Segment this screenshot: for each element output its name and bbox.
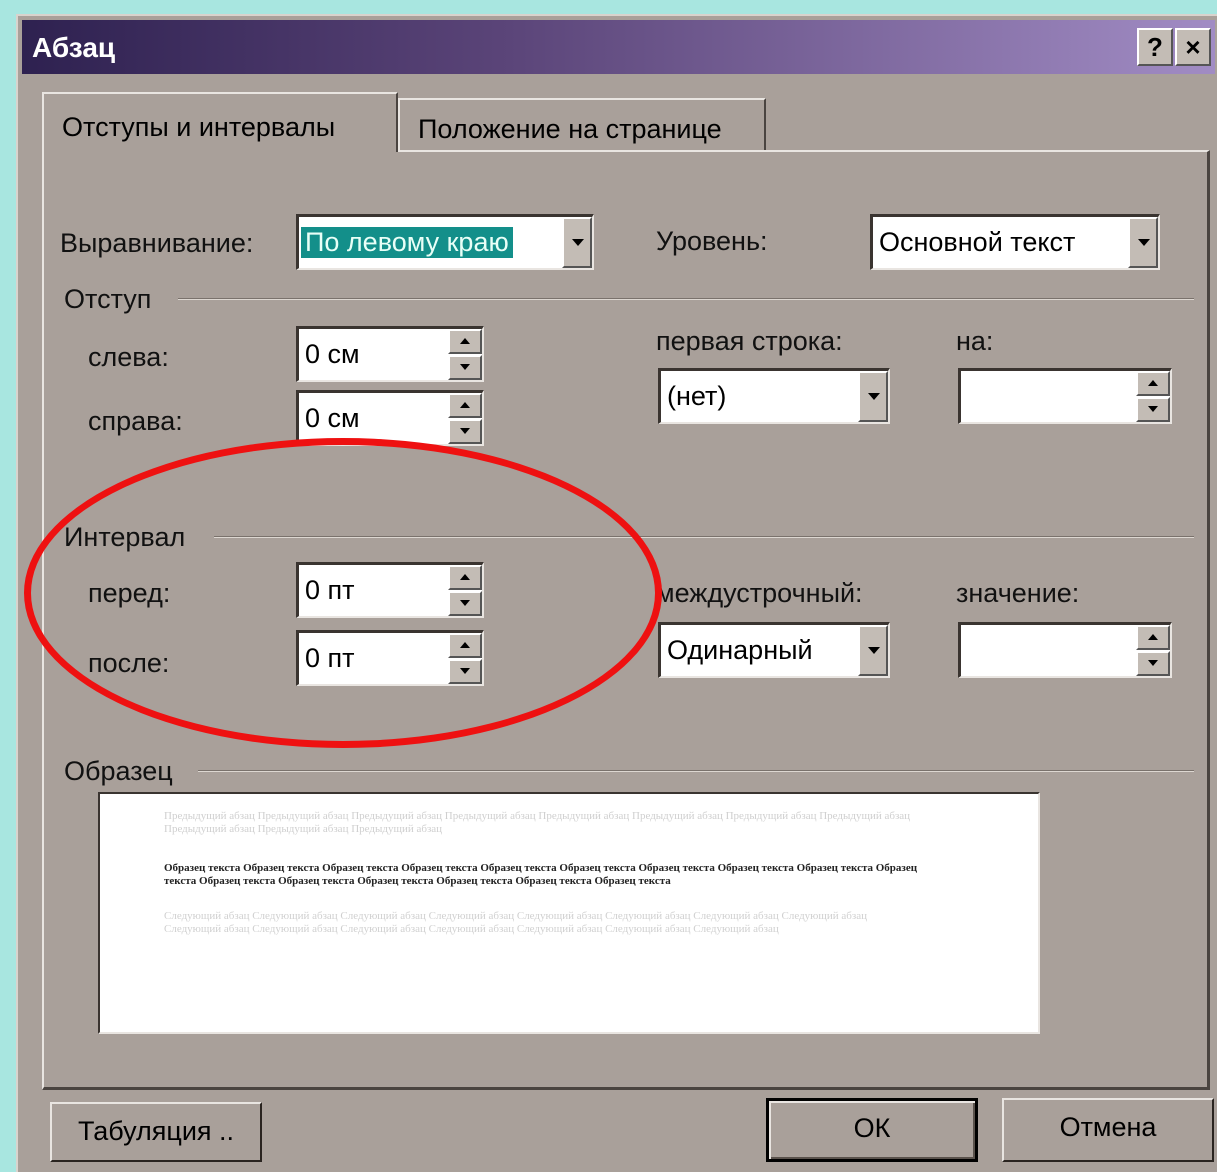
tab-indents-spacing[interactable]: Отступы и интервалы — [42, 92, 398, 152]
preview-box: Предыдущий абзац Предыдущий абзац Предыд… — [98, 792, 1040, 1034]
at-spinner[interactable] — [1136, 625, 1170, 676]
first-line-value: (нет) — [667, 381, 727, 411]
chevron-down-icon[interactable] — [1128, 217, 1158, 268]
spacing-after-input[interactable]: 0 пт — [296, 630, 484, 686]
line-spacing-label: междустрочный: — [656, 578, 863, 608]
preview-divider — [198, 770, 1194, 772]
spin-up-icon[interactable] — [448, 565, 482, 590]
indent-left-value: 0 см — [305, 339, 360, 369]
spin-down-icon[interactable] — [448, 419, 482, 444]
by-label: на: — [956, 326, 994, 356]
alignment-select[interactable]: По левому краю — [296, 214, 594, 270]
spin-down-icon[interactable] — [1136, 651, 1170, 676]
indent-right-spinner[interactable] — [448, 393, 482, 444]
at-input[interactable] — [958, 622, 1172, 678]
spin-down-icon[interactable] — [1136, 397, 1170, 422]
spin-up-icon[interactable] — [1136, 371, 1170, 396]
title-bar[interactable]: Абзац ? × — [22, 20, 1215, 74]
spacing-before-spinner[interactable] — [448, 565, 482, 616]
spacing-group-label: Интервал — [64, 522, 186, 552]
alignment-label: Выравнивание: — [60, 228, 254, 258]
preview-previous-paragraph: Предыдущий абзац Предыдущий абзац Предыд… — [164, 810, 911, 835]
spacing-before-label: перед: — [88, 578, 171, 608]
dialog-title: Абзац — [32, 32, 116, 63]
spin-down-icon[interactable] — [448, 591, 482, 616]
preview-sample-paragraph: Образец текста Образец текста Образец те… — [164, 862, 918, 887]
spacing-after-value: 0 пт — [305, 643, 355, 673]
ok-button[interactable]: ОК — [766, 1098, 978, 1162]
spin-up-icon[interactable] — [1136, 625, 1170, 650]
preview-group-label: Образец — [64, 756, 173, 786]
indent-divider — [178, 298, 1194, 300]
first-line-label: первая строка: — [656, 326, 843, 356]
indent-group-label: Отступ — [64, 284, 152, 314]
first-line-select[interactable]: (нет) — [658, 368, 890, 424]
paragraph-dialog: Абзац ? × Отступы и интервалы Положение … — [16, 14, 1217, 1172]
indent-right-value: 0 см — [305, 403, 360, 433]
spin-up-icon[interactable] — [448, 329, 482, 354]
chevron-down-icon[interactable] — [562, 217, 592, 268]
spacing-before-input[interactable]: 0 пт — [296, 562, 484, 618]
cancel-button[interactable]: Отмена — [1002, 1098, 1214, 1162]
level-select[interactable]: Основной текст — [870, 214, 1160, 270]
help-button[interactable]: ? — [1137, 28, 1173, 66]
tab-label: Положение на странице — [418, 114, 722, 144]
close-button[interactable]: × — [1175, 28, 1211, 66]
indent-right-label: справа: — [88, 406, 183, 436]
spin-down-icon[interactable] — [448, 659, 482, 684]
level-value: Основной текст — [879, 227, 1076, 257]
spacing-divider — [214, 536, 1194, 538]
tab-label: Отступы и интервалы — [62, 112, 336, 142]
indent-left-spinner[interactable] — [448, 329, 482, 380]
chevron-down-icon[interactable] — [858, 625, 888, 676]
line-spacing-value: Одинарный — [667, 635, 813, 665]
preview-next-paragraph: Следующий абзац Следующий абзац Следующи… — [164, 910, 867, 935]
spacing-after-label: после: — [88, 648, 170, 678]
at-label: значение: — [956, 578, 1080, 608]
by-spinner[interactable] — [1136, 371, 1170, 422]
spin-up-icon[interactable] — [448, 633, 482, 658]
level-label: Уровень: — [656, 226, 768, 256]
spin-down-icon[interactable] — [448, 355, 482, 380]
spacing-before-value: 0 пт — [305, 575, 355, 605]
spacing-after-spinner[interactable] — [448, 633, 482, 684]
indent-left-input[interactable]: 0 см — [296, 326, 484, 382]
tabs-button[interactable]: Табуляция .. — [50, 1102, 262, 1162]
line-spacing-select[interactable]: Одинарный — [658, 622, 890, 678]
chevron-down-icon[interactable] — [858, 371, 888, 422]
indent-right-input[interactable]: 0 см — [296, 390, 484, 446]
spin-up-icon[interactable] — [448, 393, 482, 418]
by-input[interactable] — [958, 368, 1172, 424]
tab-line-page-breaks[interactable]: Положение на странице — [398, 98, 766, 150]
alignment-value: По левому краю — [300, 226, 514, 259]
indent-left-label: слева: — [88, 342, 169, 372]
